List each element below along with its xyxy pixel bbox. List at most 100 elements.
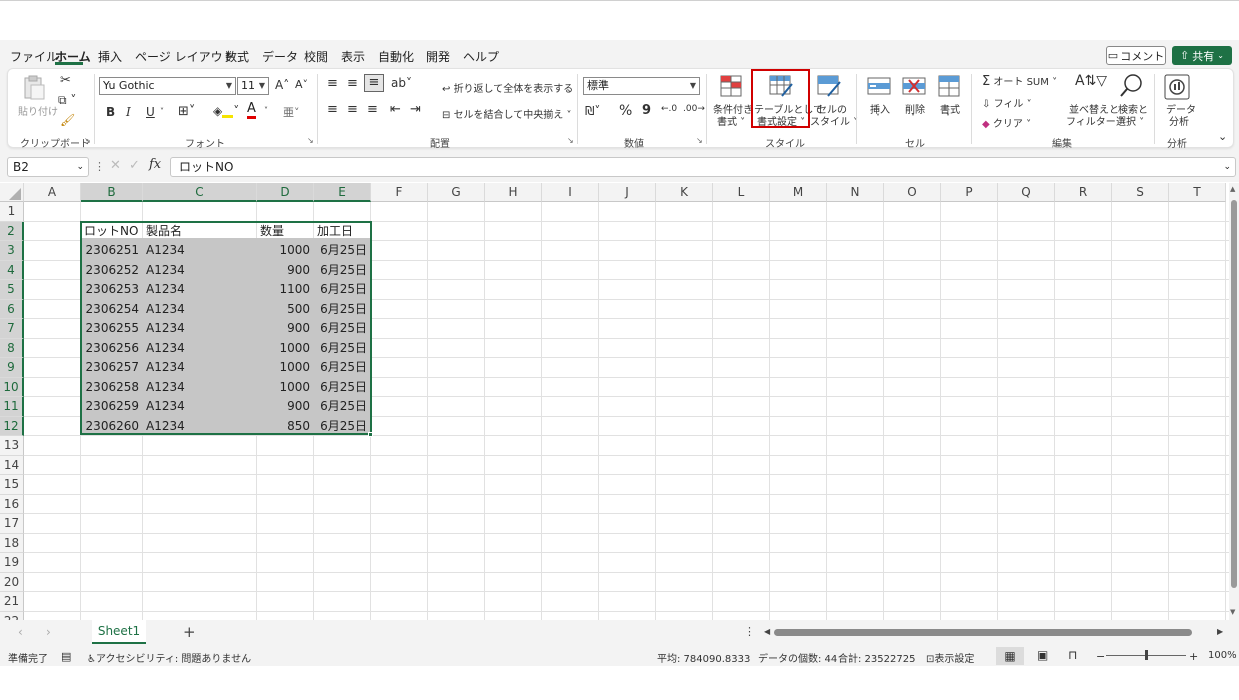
prev-sheet-icon[interactable]: ‹ xyxy=(18,625,23,639)
column-header-c[interactable]: C xyxy=(143,183,257,202)
scroll-right-icon[interactable]: ▶ xyxy=(1217,627,1223,636)
table-cell[interactable]: 2306260 xyxy=(81,417,142,436)
phonetic-icon[interactable]: 亜˅ xyxy=(283,104,300,120)
copy-icon[interactable]: ⧉ ˅ xyxy=(58,93,76,108)
chevron-down-icon[interactable]: ˅ xyxy=(876,113,880,122)
menu-review[interactable]: 校閲 xyxy=(304,48,328,65)
column-header-p[interactable]: P xyxy=(941,183,998,202)
row-header-6[interactable]: 6 xyxy=(0,299,24,319)
menu-developer[interactable]: 開発 xyxy=(426,48,450,65)
table-cell[interactable]: 500 xyxy=(257,300,313,319)
row-header-14[interactable]: 14 xyxy=(0,455,24,475)
align-middle-icon[interactable]: ≡ xyxy=(347,76,358,91)
fill-color-icon[interactable]: ◈ ˅ xyxy=(213,104,239,118)
row-header-11[interactable]: 11 xyxy=(0,397,24,417)
shrink-font-icon[interactable]: A˅ xyxy=(295,78,308,91)
table-cell[interactable]: A1234 xyxy=(143,300,256,319)
page-break-view-icon[interactable]: ⊓ xyxy=(1068,648,1077,662)
row-header-3[interactable]: 3 xyxy=(0,241,24,261)
row-header-10[interactable]: 10 xyxy=(0,377,24,397)
merge-center-button[interactable]: ⊟ セルを結合して中央揃え ˅ xyxy=(442,106,571,121)
column-header-e[interactable]: E xyxy=(314,183,371,202)
menu-view[interactable]: 表示 xyxy=(341,48,365,65)
table-cell[interactable]: 6月25日 xyxy=(314,300,370,319)
column-header-k[interactable]: K xyxy=(656,183,713,202)
display-settings-button[interactable]: ⊡表示設定 xyxy=(926,650,974,665)
format-cells-icon[interactable] xyxy=(937,74,963,98)
scroll-left-icon[interactable]: ◀ xyxy=(764,627,770,636)
table-cell[interactable]: A1234 xyxy=(143,358,256,377)
column-header-g[interactable]: G xyxy=(428,183,485,202)
clipboard-launcher-icon[interactable]: ↘ xyxy=(84,136,91,145)
cancel-icon[interactable]: ✕ xyxy=(110,158,121,173)
alignment-launcher-icon[interactable]: ↘ xyxy=(567,136,574,145)
table-cell[interactable]: 1000 xyxy=(257,378,313,397)
table-cell[interactable]: 1100 xyxy=(257,280,313,299)
cell-styles-line2[interactable]: スタイル ˅ xyxy=(810,113,858,128)
row-header-22[interactable]: 22 xyxy=(0,611,24,620)
cell-styles-icon[interactable] xyxy=(816,74,842,98)
table-cell[interactable]: A1234 xyxy=(143,397,256,416)
average-status[interactable]: 平均: 784090.8333 xyxy=(657,650,750,665)
table-cell[interactable]: A1234 xyxy=(143,339,256,358)
zoom-out-button[interactable]: − xyxy=(1096,650,1105,663)
row-header-20[interactable]: 20 xyxy=(0,572,24,592)
clear-button[interactable]: ◆ クリア ˅ xyxy=(982,115,1031,130)
table-cell[interactable]: 2306258 xyxy=(81,378,142,397)
column-header-r[interactable]: R xyxy=(1055,183,1112,202)
row-header-9[interactable]: 9 xyxy=(0,358,24,378)
align-center-icon[interactable]: ≡ xyxy=(347,102,358,117)
scroll-down-icon[interactable]: ▼ xyxy=(1230,608,1235,616)
row-header-7[interactable]: 7 xyxy=(0,319,24,339)
table-header-cell[interactable]: 数量 xyxy=(257,222,313,241)
orientation-icon[interactable]: ab˅ xyxy=(391,76,412,90)
chevron-down-icon[interactable]: ˅ xyxy=(946,113,950,122)
align-top-icon[interactable]: ≡ xyxy=(327,76,338,91)
table-cell[interactable]: 2306257 xyxy=(81,358,142,377)
row-header-19[interactable]: 19 xyxy=(0,553,24,573)
column-header-t[interactable]: T xyxy=(1169,183,1226,202)
more-options-icon[interactable]: ⋮ xyxy=(94,160,105,173)
number-format-select[interactable]: 標準 ▼ xyxy=(583,77,700,95)
scroll-up-icon[interactable]: ▲ xyxy=(1230,185,1235,193)
row-header-21[interactable]: 21 xyxy=(0,592,24,612)
share-button[interactable]: ⇧ 共有 ⌄ xyxy=(1172,46,1232,65)
align-right-icon[interactable]: ≡ xyxy=(367,102,378,117)
decrease-decimal-icon[interactable]: .00→ xyxy=(683,104,705,114)
table-cell[interactable]: 6月25日 xyxy=(314,358,370,377)
menu-data[interactable]: データ xyxy=(262,48,298,65)
percent-button[interactable]: % xyxy=(619,103,632,119)
row-header-13[interactable]: 13 xyxy=(0,436,24,456)
menu-automate[interactable]: 自動化 xyxy=(378,48,414,65)
menu-help[interactable]: ヘルプ xyxy=(463,48,499,65)
menu-page-layout[interactable]: ページ レイアウト xyxy=(135,48,235,65)
table-cell[interactable]: 900 xyxy=(257,319,313,338)
increase-indent-icon[interactable]: ⇥ xyxy=(410,102,421,117)
table-cell[interactable]: 2306252 xyxy=(81,261,142,280)
menu-insert[interactable]: 挿入 xyxy=(98,48,122,65)
chevron-down-icon[interactable]: ˅ xyxy=(160,107,164,116)
table-cell[interactable]: 1000 xyxy=(257,339,313,358)
table-cell[interactable]: 2306253 xyxy=(81,280,142,299)
delete-cells-icon[interactable] xyxy=(901,74,927,98)
table-cell[interactable]: 900 xyxy=(257,261,313,280)
decrease-indent-icon[interactable]: ⇤ xyxy=(390,102,401,117)
tab-split-icon[interactable]: ⋮ xyxy=(744,625,755,638)
zoom-slider-thumb[interactable] xyxy=(1145,650,1148,660)
page-layout-view-icon[interactable]: ▣ xyxy=(1037,648,1048,662)
chevron-down-icon[interactable]: ˅ xyxy=(264,106,268,115)
italic-button[interactable]: I xyxy=(126,105,131,119)
column-header-o[interactable]: O xyxy=(884,183,941,202)
wrap-text-button[interactable]: ↩ 折り返して全体を表示する xyxy=(442,80,573,95)
column-header-n[interactable]: N xyxy=(827,183,884,202)
font-launcher-icon[interactable]: ↘ xyxy=(307,136,314,145)
table-cell[interactable]: A1234 xyxy=(143,280,256,299)
column-header-b[interactable]: B xyxy=(81,183,143,202)
column-header-j[interactable]: J xyxy=(599,183,656,202)
enter-icon[interactable]: ✓ xyxy=(129,158,140,173)
font-color-icon[interactable]: A xyxy=(247,102,256,119)
column-header-f[interactable]: F xyxy=(371,183,428,202)
conditional-formatting-icon[interactable] xyxy=(719,74,743,98)
sort-filter-icon[interactable]: A⇅▽ xyxy=(1075,73,1107,89)
paste-icon[interactable] xyxy=(22,75,46,101)
